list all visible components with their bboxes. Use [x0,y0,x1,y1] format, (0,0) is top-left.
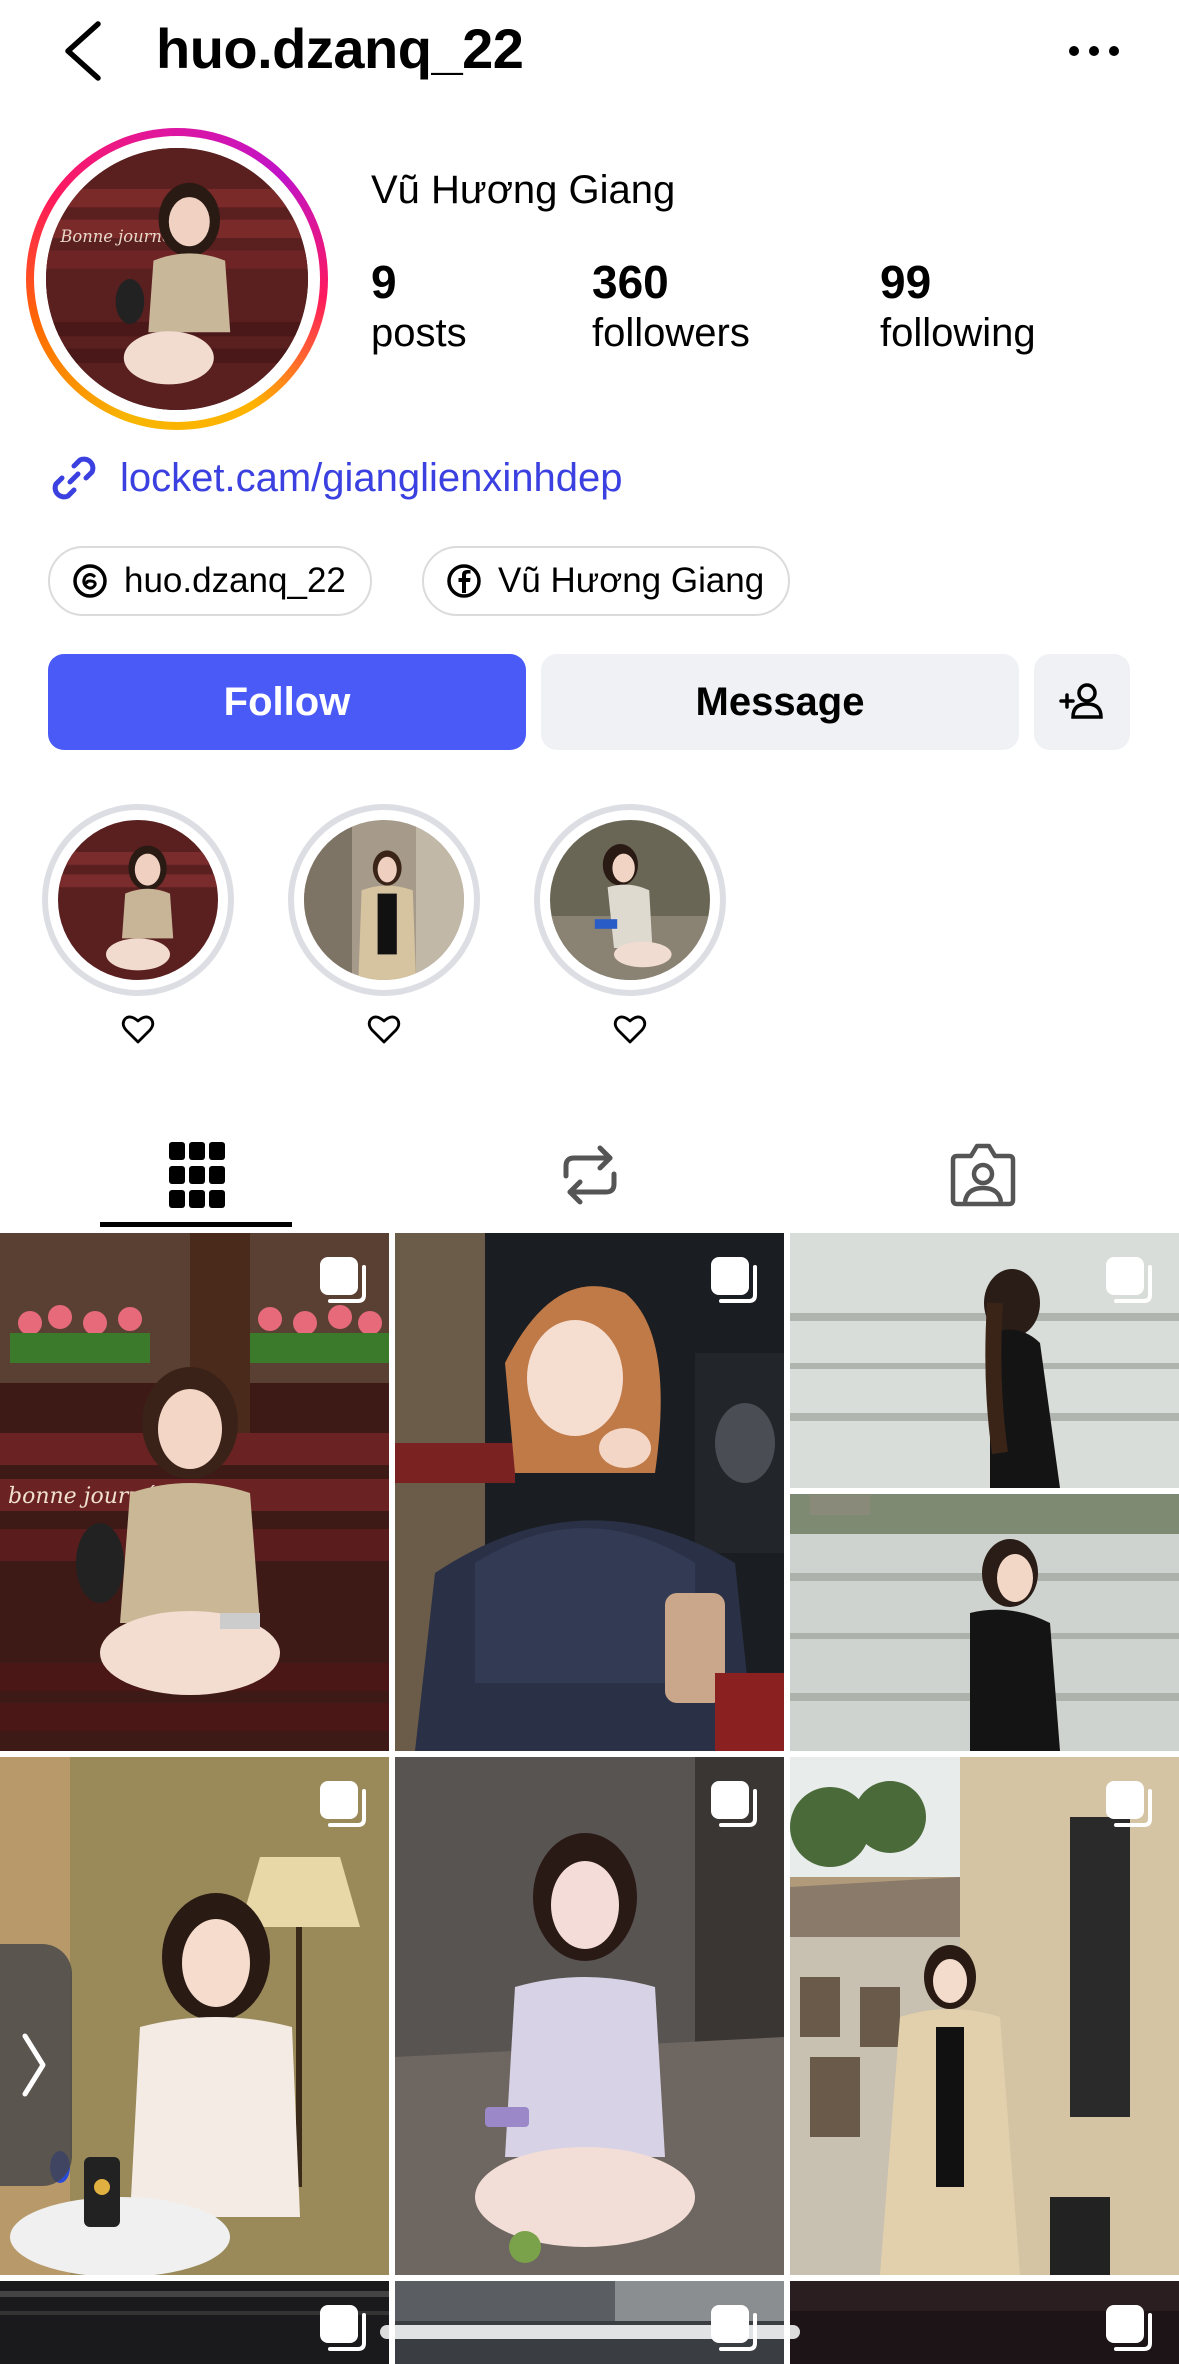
link-icon [52,456,96,500]
post-thumbnail[interactable] [395,1233,784,1751]
facebook-profile-pill[interactable]: Vũ Hương Giang [422,546,791,616]
profile-full-name: Vũ Hương Giang [371,168,676,212]
tab-tagged[interactable] [786,1120,1179,1230]
profile-header: huo.dzanq_22 [0,0,1179,110]
posts-count-value: 9 [371,256,397,308]
bio-link[interactable]: locket.cam/gianglienxinhdep [48,452,623,504]
back-arrow-icon[interactable] [58,20,108,82]
more-options-icon[interactable] [1066,36,1122,66]
highlight-1-heart-icon [121,1015,155,1044]
carousel-icon [711,1781,757,1827]
post-thumbnail[interactable] [790,1757,1179,2275]
carousel-icon [320,1781,366,1827]
posts-count[interactable]: 9 posts [371,256,467,358]
message-button[interactable]: Message [541,654,1019,750]
post-image: bonne journée [0,1233,389,1751]
post-thumbnail[interactable] [395,2281,784,2364]
posts-count-label: posts [371,311,467,355]
facebook-pill-label: Vũ Hương Giang [498,561,765,600]
grid-icon [168,1142,225,1208]
followers-count-value: 360 [592,256,669,308]
post-thumbnail[interactable] [395,1757,784,2275]
carousel-icon [320,1257,366,1303]
profile-username: huo.dzanq_22 [156,17,524,80]
carousel-icon [320,2305,366,2351]
home-indicator[interactable] [380,2325,800,2339]
chevron-right-icon [22,2033,46,2097]
followers-count[interactable]: 360 followers [592,256,750,358]
post-thumbnail[interactable] [0,2281,389,2364]
carousel-icon [1106,1781,1152,1827]
post-thumbnail[interactable] [790,1233,1179,1751]
post-image [395,1757,784,2275]
followers-count-label: followers [592,311,750,355]
highlight-cover-image [304,820,464,980]
side-drawer-handle[interactable] [0,1944,72,2186]
highlight-2-heart-icon [367,1015,401,1044]
post-image [790,1757,1179,2275]
threads-pill-label: huo.dzanq_22 [124,561,346,600]
highlight-cover-image [58,820,218,980]
suggested-users-button[interactable] [1034,654,1130,750]
reposts-icon [563,1145,616,1205]
bio-link-text: locket.cam/gianglienxinhdep [120,455,623,500]
carousel-icon [711,1257,757,1303]
avatar-story-ring[interactable]: Bonne journée [26,128,328,430]
story-highlight-1[interactable] [42,804,234,996]
story-highlight-3[interactable] [534,804,726,996]
post-thumbnail[interactable]: bonne journée [0,1233,389,1751]
threads-icon [73,564,107,598]
carousel-icon [1106,2305,1152,2351]
highlight-3-heart-icon [613,1015,647,1044]
post-image [790,1233,1179,1751]
facebook-icon [447,564,481,598]
post-thumbnail[interactable] [790,2281,1179,2364]
post-image [395,1233,784,1751]
tab-posts-grid[interactable] [0,1120,393,1230]
active-tab-indicator [100,1222,292,1227]
highlight-cover-image [550,820,710,980]
avatar: Bonne journée [46,148,308,410]
following-count-value: 99 [880,256,932,308]
tagged-icon [950,1143,1015,1207]
story-highlight-2[interactable] [288,804,480,996]
carousel-icon [1106,1257,1152,1303]
tab-reposts[interactable] [393,1120,786,1230]
add-person-icon [1059,683,1103,719]
following-count-label: following [880,311,1036,355]
threads-profile-pill[interactable]: huo.dzanq_22 [48,546,372,616]
follow-button[interactable]: Follow [48,654,526,750]
following-count[interactable]: 99 following [880,256,1036,358]
